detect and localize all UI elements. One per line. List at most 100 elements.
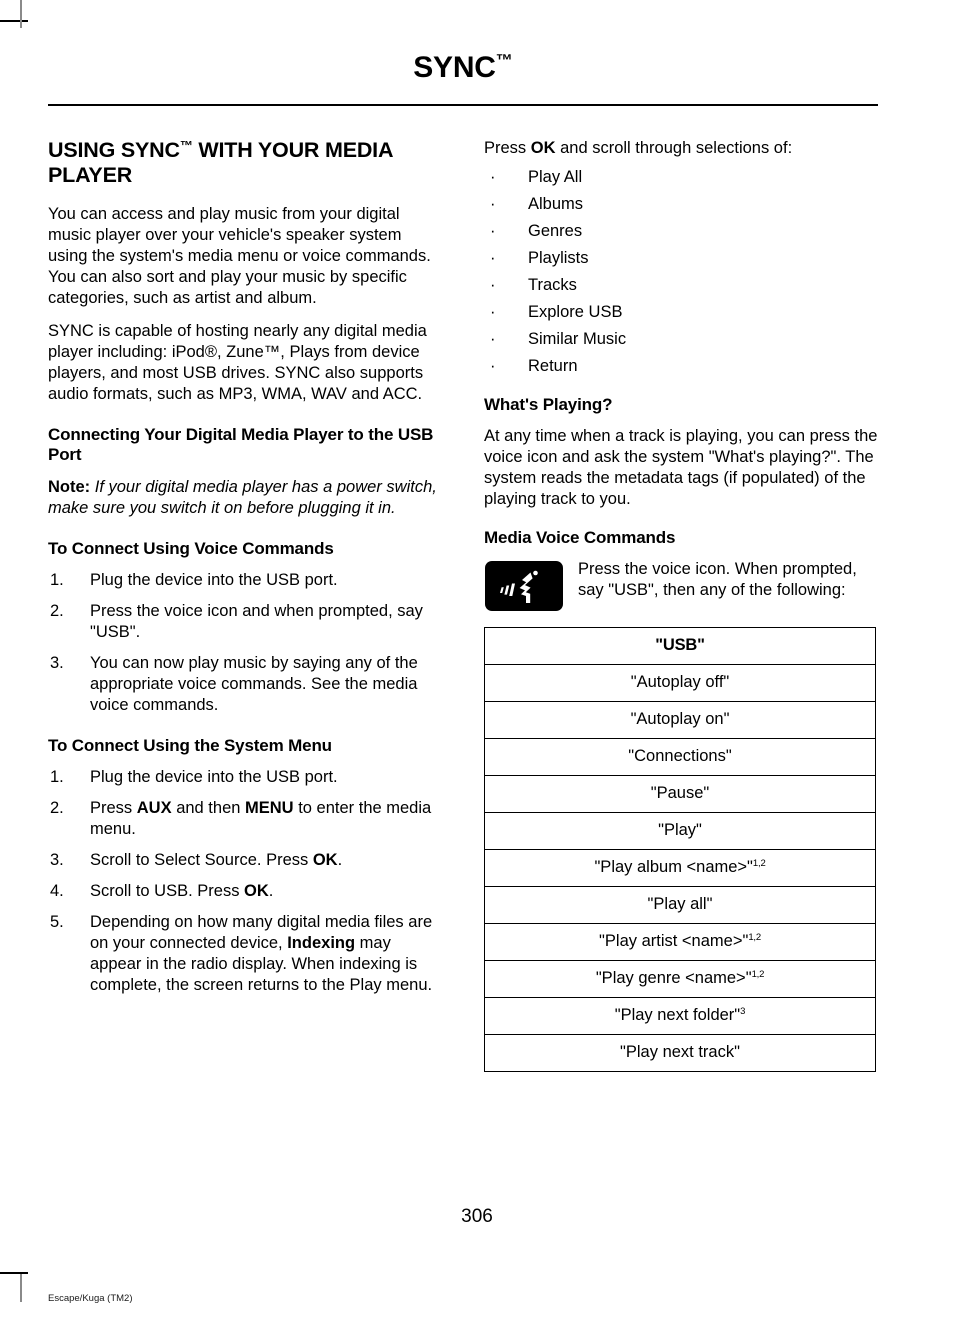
media-voice-commands-table: "USB" "Autoplay off" "Autoplay on" "Conn…: [484, 627, 876, 1073]
subheading-whats-playing: What's Playing?: [484, 394, 613, 414]
command-label: "Autoplay on": [630, 710, 730, 729]
table-row: "Autoplay on": [484, 701, 876, 740]
crop-mark-bottom-left-horizontal: [0, 1272, 28, 1274]
step-emphasis-menu: MENU: [245, 799, 294, 817]
list-item: 2. Press the voice icon and when prompted…: [48, 601, 442, 643]
step-emphasis-ok: OK: [244, 881, 269, 900]
bullet-icon: ·: [490, 356, 496, 375]
command-label: "Play": [658, 821, 702, 840]
table-cell: "Play": [484, 812, 876, 851]
voice-command-icon: [485, 561, 563, 612]
table-cell: "Autoplay on": [484, 701, 876, 740]
command-label: "Play next folder": [614, 1006, 741, 1025]
section-heading-using-sync: USING SYNC™ WITH YOUR MEDIA PLAYER: [48, 138, 393, 188]
command-label: "Play all": [647, 895, 713, 914]
table-row: "Play": [484, 812, 876, 851]
voice-icon-instruction-block: Press the voice icon. When prompted, say…: [484, 559, 878, 613]
voice-connect-steps-list: 1. Plug the device into the USB port. 2. P…: [48, 570, 442, 716]
command-label: "Pause": [650, 784, 710, 803]
list-item: · Return: [484, 356, 878, 377]
command-label: "Play album <name>": [594, 858, 753, 877]
press-ok-pre: Press: [484, 139, 531, 157]
bullet-icon: ·: [490, 302, 496, 321]
table-cell: "Play album <name>"1,2: [484, 849, 876, 888]
command-label: "Play genre <name>": [595, 969, 752, 988]
command-label: "Autoplay off": [630, 673, 730, 692]
subheading-connecting-player: Connecting Your Digital Media Player to …: [48, 424, 434, 465]
table-row: "Autoplay off": [484, 664, 876, 703]
note-label: Note:: [48, 477, 91, 496]
bullet-label: Similar Music: [528, 329, 627, 348]
list-item: · Playlists: [484, 248, 878, 269]
list-item: · Tracks: [484, 275, 878, 296]
paragraph-intro: You can access and play music from your …: [48, 205, 431, 308]
list-item: 5. Depending on how many digital media fi…: [48, 912, 442, 996]
table-row: "Play next folder"3: [484, 997, 876, 1036]
voice-instruction-text: Press the voice icon. When prompted, say…: [578, 560, 857, 600]
step-text: You can now play music by saying any of …: [90, 653, 418, 714]
step-text: Plug the device into the USB port.: [90, 570, 338, 589]
bullet-icon: ·: [490, 221, 496, 240]
page-number: 306: [461, 1206, 493, 1227]
subheading-connect-voice-commands: To Connect Using Voice Commands: [48, 538, 334, 558]
step-emphasis-aux: AUX: [136, 799, 172, 817]
bullet-label: Genres: [528, 221, 583, 240]
step-number: 3.: [50, 850, 64, 869]
bullet-icon: ·: [490, 167, 496, 186]
table-header-row: "USB": [484, 627, 876, 666]
list-item: 1. Plug the device into the USB port.: [48, 570, 442, 591]
table-cell: "Play all": [484, 886, 876, 925]
table-row: "Play all": [484, 886, 876, 925]
command-label: "Play next track": [620, 1043, 740, 1062]
crop-mark-bottom-left-vertical: [20, 1274, 22, 1302]
step-text-pre: Press: [90, 799, 137, 817]
list-item: 2. Press AUX and then MENU to enter the m…: [48, 798, 442, 840]
step-text-pre: Scroll to USB. Press: [90, 881, 245, 900]
trademark-symbol: ™: [179, 138, 193, 153]
table-header-cell: "USB": [484, 627, 876, 666]
note-power-switch: Note: If your digital media player has a…: [48, 477, 442, 519]
system-menu-steps-list: 1. Plug the device into the USB port. 2. P…: [48, 767, 442, 996]
step-text-post: .: [337, 850, 343, 869]
bullet-icon: ·: [490, 194, 496, 213]
subheading-connect-system-menu: To Connect Using the System Menu: [48, 735, 332, 755]
command-label: "Connections": [628, 747, 732, 766]
table-row: "Connections": [484, 738, 876, 777]
list-item: 3. You can now play music by saying any o…: [48, 653, 442, 716]
table-row: "Pause": [484, 775, 876, 814]
paragraph-press-ok: Press OK and scroll through selections o…: [484, 138, 878, 159]
step-text-pre: Scroll to Select Source. Press: [90, 850, 313, 869]
footnote-marker: 3: [740, 1006, 746, 1018]
list-item: · Genres: [484, 221, 878, 242]
list-item: · Play All: [484, 167, 878, 188]
press-ok-emphasis: OK: [530, 139, 556, 157]
step-number: 2.: [50, 799, 64, 817]
step-emphasis-ok: OK: [312, 850, 338, 869]
page-header: SYNC™: [48, 52, 878, 83]
document-code: Escape/Kuga (TM2): [48, 1293, 133, 1304]
step-number: 1.: [50, 768, 64, 787]
table-cell: "Play next track": [484, 1034, 876, 1073]
table-row: "Play genre <name>"1,2: [484, 960, 876, 999]
step-number: 4.: [50, 881, 64, 900]
list-item: 3. Scroll to Select Source. Press OK.: [48, 850, 442, 871]
trademark-symbol: ™: [495, 51, 513, 70]
step-text: Press the voice icon and when prompted, …: [90, 601, 423, 641]
footnote-marker: 1,2: [748, 932, 761, 944]
step-emphasis-indexing: Indexing: [287, 933, 356, 952]
paragraph-sync-capability: SYNC is capable of hosting nearly any di…: [48, 322, 427, 403]
footnote-marker: 1,2: [751, 969, 765, 981]
page-content: USING SYNC™ WITH YOUR MEDIA PLAYER You c…: [48, 138, 878, 1168]
bullet-icon: ·: [490, 329, 496, 348]
note-body: If your digital media player has a power…: [48, 477, 437, 517]
table-cell: "Pause": [484, 775, 876, 814]
subheading-media-voice-commands: Media Voice Commands: [484, 527, 676, 547]
selections-bullet-list: · Play All · Albums · Genres · Playlists · Tr…: [484, 167, 878, 377]
bullet-icon: ·: [490, 275, 496, 294]
step-text-post: .: [268, 881, 274, 900]
bullet-label: Return: [528, 356, 578, 375]
list-item: 1. Plug the device into the USB port.: [48, 767, 442, 788]
table-cell: "Play genre <name>"1,2: [484, 960, 876, 999]
table-cell: "Autoplay off": [484, 664, 876, 703]
header-divider-rule: [48, 104, 878, 106]
